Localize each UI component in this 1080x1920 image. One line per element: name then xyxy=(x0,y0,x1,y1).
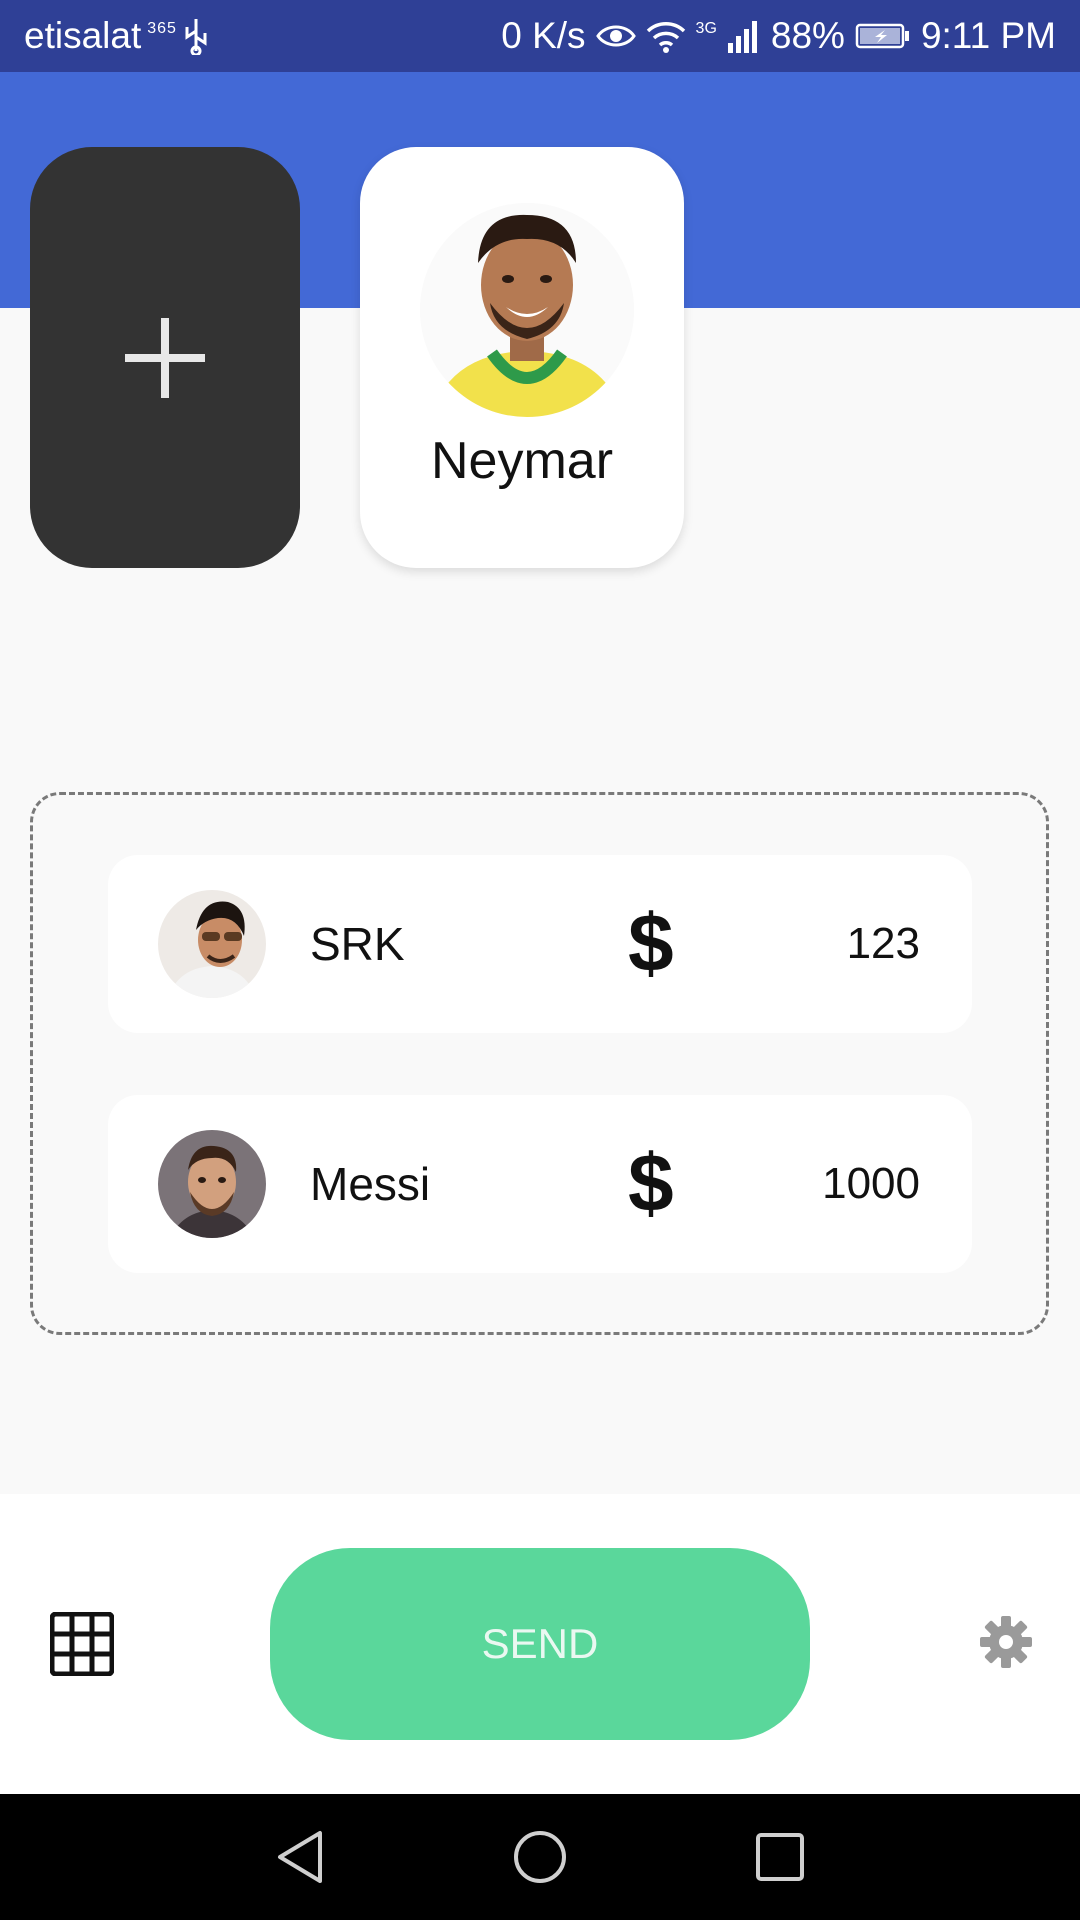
battery-percent: 88% xyxy=(770,15,845,56)
usb-icon xyxy=(183,17,209,55)
recipient-amount[interactable]: 1000 xyxy=(822,1095,920,1273)
add-contact-button[interactable] xyxy=(30,147,300,568)
send-button[interactable]: SEND xyxy=(270,1548,810,1740)
grid-icon[interactable] xyxy=(49,1611,115,1677)
avatar xyxy=(158,1130,266,1238)
network-type: 3G xyxy=(695,20,717,37)
battery-charging-icon xyxy=(855,22,911,50)
back-icon[interactable] xyxy=(272,1827,332,1887)
home-icon[interactable] xyxy=(510,1827,570,1887)
network-speed: 0 K/s xyxy=(501,15,586,56)
system-nav-bar xyxy=(0,1794,1080,1920)
dollar-icon: $ xyxy=(628,898,674,989)
avatar xyxy=(158,890,266,998)
clock: 9:11 PM xyxy=(920,15,1056,56)
recents-icon[interactable] xyxy=(750,1827,810,1887)
list-item[interactable]: Messi $ 1000 xyxy=(108,1095,972,1273)
status-bar: etisalat 365 0 K/s 3G 88% 9:11 PM xyxy=(0,0,1080,72)
plus-icon xyxy=(125,317,205,398)
gear-icon[interactable] xyxy=(978,1614,1034,1670)
bottom-bar: SEND xyxy=(0,1494,1080,1794)
contact-name: Neymar xyxy=(430,432,614,490)
carrier-badge: 365 xyxy=(147,20,177,37)
recipient-amount[interactable]: 123 xyxy=(847,855,920,1033)
recipient-name: Messi xyxy=(310,1158,431,1210)
wifi-icon xyxy=(646,19,686,53)
list-item[interactable]: SRK $ 123 xyxy=(108,855,972,1033)
avatar xyxy=(420,203,634,417)
recipient-name: SRK xyxy=(310,918,405,970)
signal-icon xyxy=(727,19,761,53)
dollar-icon: $ xyxy=(628,1138,674,1229)
eye-icon xyxy=(595,22,636,50)
contact-card-neymar[interactable]: Neymar xyxy=(360,147,684,568)
carrier-name: etisalat xyxy=(24,15,142,56)
